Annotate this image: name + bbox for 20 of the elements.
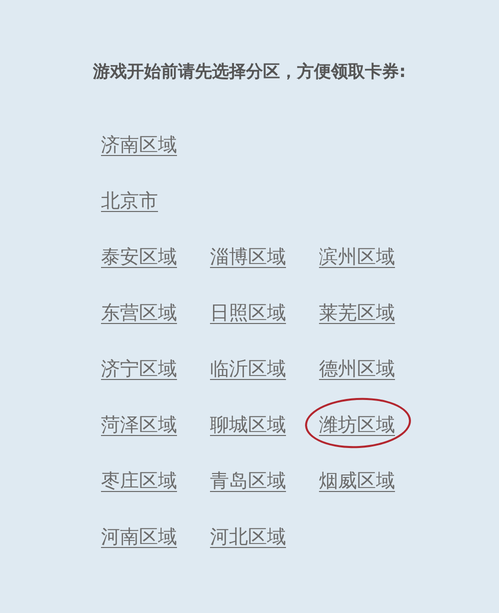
region-link[interactable]: 烟威区域 [319,468,395,494]
region-link[interactable]: 德州区域 [319,356,395,382]
region-link[interactable]: 枣庄区域 [101,468,177,494]
region-link[interactable]: 莱芜区域 [319,300,395,326]
region-link[interactable]: 泰安区域 [101,244,177,270]
region-link[interactable]: 聊城区域 [210,412,286,438]
region-link[interactable]: 日照区域 [210,300,286,326]
region-link[interactable]: 济南区域 [101,132,177,158]
instruction-heading: 游戏开始前请先选择分区，方便领取卡券: [92,61,407,84]
region-link[interactable]: 潍坊区域 [319,412,395,438]
region-link[interactable]: 北京市 [101,188,158,214]
region-link[interactable]: 济宁区域 [101,356,177,382]
region-link[interactable]: 滨州区域 [319,244,395,270]
region-link[interactable]: 河北区域 [210,524,286,550]
region-link[interactable]: 东营区域 [101,300,177,326]
region-link[interactable]: 淄博区域 [210,244,286,270]
region-link[interactable]: 菏泽区域 [101,412,177,438]
region-link[interactable]: 临沂区域 [210,356,286,382]
region-link[interactable]: 河南区域 [101,524,177,550]
region-link[interactable]: 青岛区域 [210,468,286,494]
